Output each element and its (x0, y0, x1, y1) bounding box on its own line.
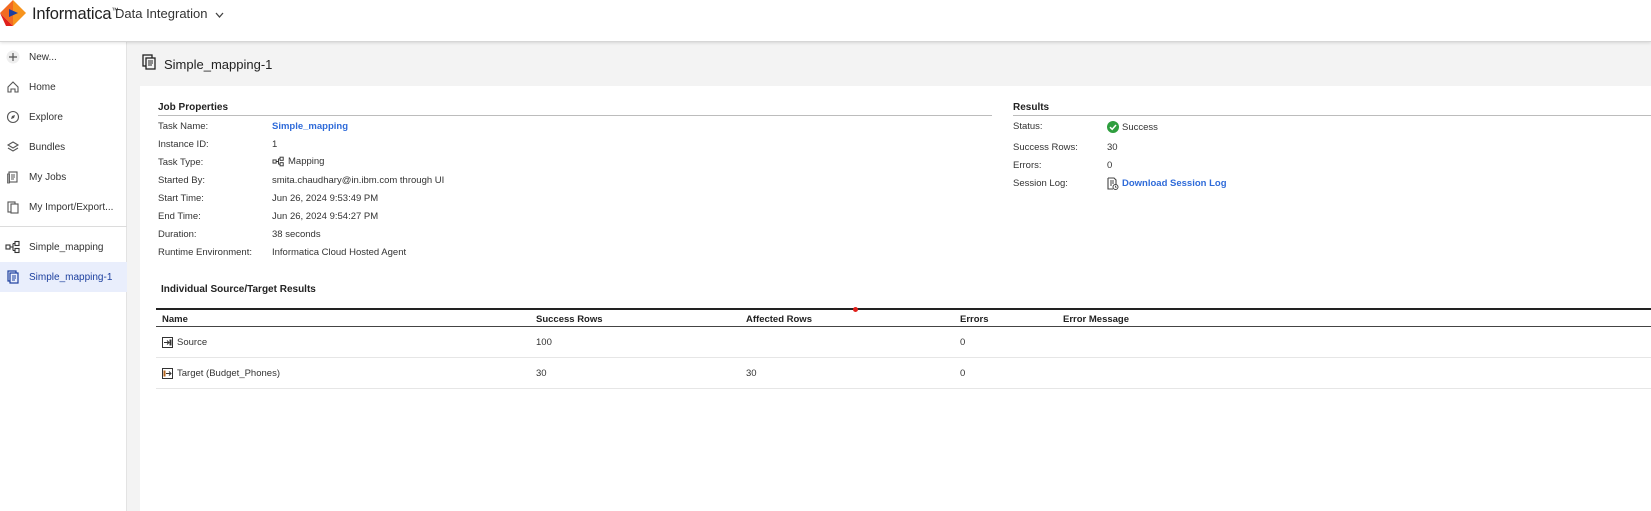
status-value: Success (1107, 121, 1158, 133)
mapping-icon (5, 239, 21, 255)
sidebar: New... Home Explore Bundles My Jobs My I… (0, 42, 127, 511)
sidebar-item-my-jobs[interactable]: My Jobs (0, 162, 127, 192)
sidebar-item-bundles[interactable]: Bundles (0, 132, 127, 162)
main-content: Simple_mapping-1 (127, 42, 1651, 511)
sidebar-item-label: Home (29, 81, 56, 93)
errors-label: Errors: (1013, 160, 1042, 171)
results-table-header: Name Success Rows Affected Rows Errors E… (156, 308, 1651, 327)
home-icon (5, 79, 21, 95)
success-rows-label: Success Rows: (1013, 142, 1078, 153)
individual-results-title: Individual Source/Target Results (161, 284, 316, 295)
runtime-environment-value: Informatica Cloud Hosted Agent (272, 247, 407, 258)
mapping-icon (272, 156, 284, 167)
app-switcher[interactable]: Data Integration (115, 6, 224, 21)
errors-value: 0 (1107, 160, 1113, 171)
column-header-success-rows[interactable]: Success Rows (536, 314, 603, 325)
task-type-label: Task Type: (158, 157, 204, 168)
instance-id-value: 1 (272, 139, 278, 150)
sidebar-item-label: Simple_mapping-1 (29, 271, 113, 283)
row-success-rows: 100 (536, 337, 552, 348)
started-by-label: Started By: (158, 175, 205, 186)
column-header-error-message[interactable]: Error Message (1063, 314, 1129, 325)
sidebar-item-explore[interactable]: Explore (0, 102, 127, 132)
task-type-value: Mapping (272, 156, 324, 167)
brand-name: Informatica™ (32, 5, 119, 23)
job-instance-icon (141, 54, 157, 75)
row-errors: 0 (960, 337, 966, 348)
started-by-value: smita.chaudhary@in.ibm.com through UI (272, 175, 445, 186)
status-label: Status: (1013, 121, 1043, 132)
row-affected-rows: 30 (746, 368, 757, 379)
task-name-label: Task Name: (158, 121, 209, 132)
column-header-name[interactable]: Name (162, 314, 188, 325)
sidebar-item-label: Simple_mapping (29, 241, 104, 253)
top-bar: Informatica™ Data Integration (0, 0, 1651, 42)
compass-icon (5, 109, 21, 125)
sidebar-item-label: My Import/Export... (29, 201, 114, 213)
results-divider (1013, 115, 1651, 116)
sidebar-item-label: Explore (29, 111, 63, 123)
sidebar-tab-simple-mapping[interactable]: Simple_mapping (0, 232, 127, 262)
chevron-down-icon (215, 12, 224, 18)
task-name-link[interactable]: Simple_mapping (272, 121, 348, 132)
app-switcher-label: Data Integration (115, 6, 208, 21)
log-file-icon (1107, 177, 1119, 190)
page-title: Simple_mapping-1 (164, 57, 273, 72)
sidebar-item-home[interactable]: Home (0, 72, 127, 102)
source-icon (162, 337, 173, 348)
jobs-icon (5, 169, 21, 185)
duration-label: Duration: (158, 229, 197, 240)
row-name: Source (177, 337, 208, 348)
row-name-cell: Source (162, 337, 207, 348)
row-name-cell: Target (Budget_Phones) (162, 368, 280, 379)
row-success-rows: 30 (536, 368, 547, 379)
session-log-label: Session Log: (1013, 178, 1068, 189)
sidebar-item-new[interactable]: New... (0, 42, 127, 72)
target-icon (162, 368, 173, 379)
results-title: Results (1013, 102, 1050, 113)
runtime-environment-label: Runtime Environment: (158, 247, 252, 258)
informatica-logo (0, 0, 26, 26)
job-properties-title: Job Properties (158, 102, 229, 113)
row-errors: 0 (960, 368, 966, 379)
start-time-label: Start Time: (158, 193, 204, 204)
sidebar-item-import-export[interactable]: My Import/Export... (0, 192, 127, 222)
task-name-value[interactable]: Simple_mapping (272, 121, 348, 132)
sidebar-divider (0, 226, 127, 227)
stack-icon (5, 139, 21, 155)
download-session-log-text[interactable]: Download Session Log (1122, 178, 1227, 189)
plus-icon (5, 49, 21, 65)
check-circle-icon (1107, 121, 1119, 133)
sidebar-item-label: New... (29, 51, 57, 63)
end-time-value: Jun 26, 2024 9:54:27 PM (272, 211, 379, 222)
start-time-value: Jun 26, 2024 9:53:49 PM (272, 193, 379, 204)
row-name: Target (Budget_Phones) (177, 368, 280, 379)
job-instance-icon (5, 269, 21, 285)
status-text: Success (1122, 121, 1158, 133)
sidebar-item-label: My Jobs (29, 171, 67, 183)
table-row: Target (Budget_Phones) 30 30 0 (156, 358, 1651, 389)
sidebar-item-label: Bundles (29, 141, 66, 153)
duration-value: 38 seconds (272, 229, 321, 240)
page-header: Simple_mapping-1 (127, 42, 1651, 86)
end-time-label: End Time: (158, 211, 201, 222)
job-details-card (140, 86, 1651, 511)
indicator-dot (853, 307, 858, 312)
column-header-errors[interactable]: Errors (960, 314, 989, 325)
download-session-log-link[interactable]: Download Session Log (1107, 177, 1227, 190)
task-type-text: Mapping (288, 156, 325, 167)
import-export-icon (5, 199, 21, 215)
success-rows-value: 30 (1107, 142, 1118, 153)
column-header-affected-rows[interactable]: Affected Rows (746, 314, 812, 325)
instance-id-label: Instance ID: (158, 139, 209, 150)
table-row: Source 100 0 (156, 327, 1651, 358)
sidebar-tab-simple-mapping-1[interactable]: Simple_mapping-1 (0, 262, 127, 292)
job-properties-divider (158, 115, 992, 116)
